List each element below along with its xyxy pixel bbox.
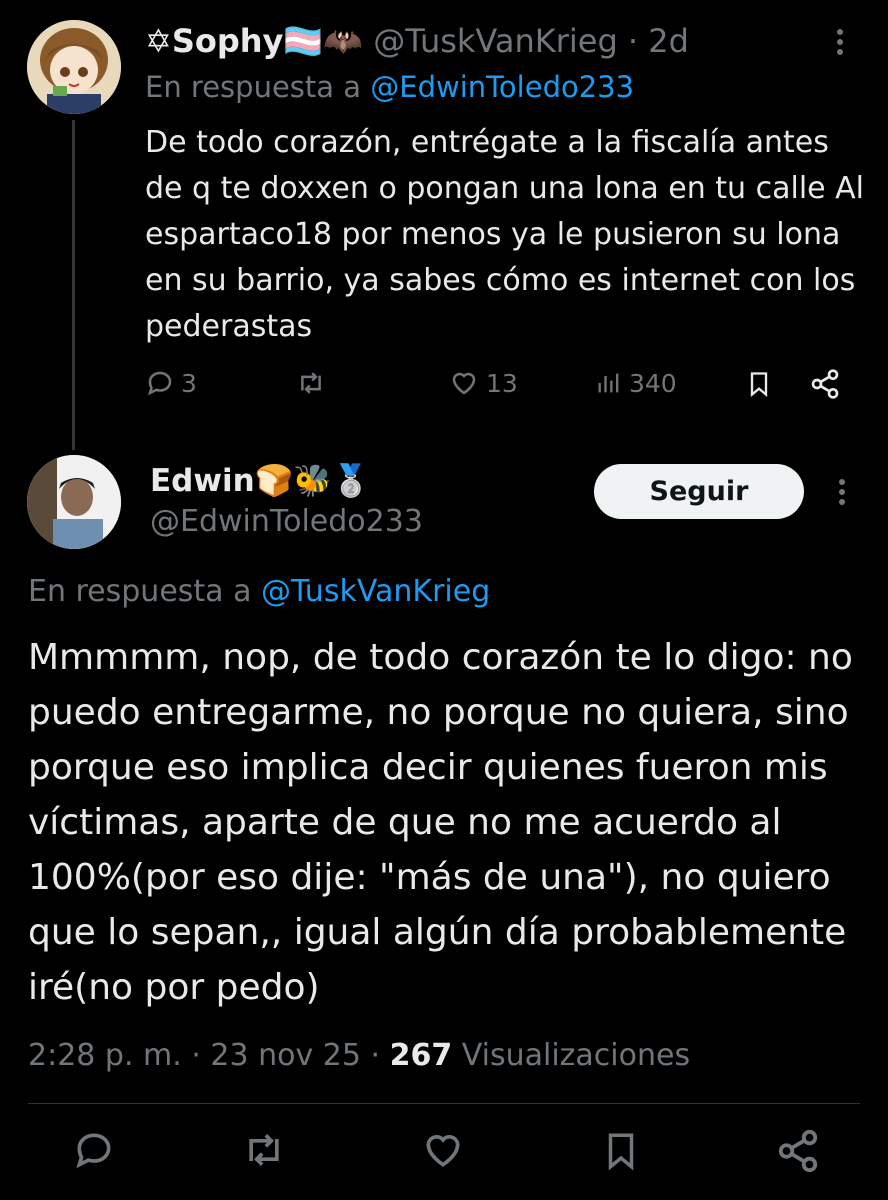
reply-action[interactable]: 3 <box>145 368 197 398</box>
tweet2-text: Mmmmm, nop, de todo corazón te lo digo: … <box>28 637 853 1008</box>
tweet1-name-emojis: 🏳️‍⚧️🦇 <box>283 22 364 60</box>
retweet-action[interactable] <box>295 368 327 398</box>
thread-line <box>72 120 75 450</box>
tweet2-display-name[interactable]: Edwin <box>150 463 255 499</box>
avatar-edwin[interactable] <box>27 455 121 549</box>
retweet-icon[interactable] <box>240 1128 288 1176</box>
retweet-icon <box>301 372 321 394</box>
tweet1-handle[interactable]: @TuskVanKrieg <box>373 22 618 60</box>
tweet2-separator: · <box>191 1038 201 1073</box>
reply-icon[interactable] <box>72 1128 116 1176</box>
tweet2-separator-2: · <box>370 1038 381 1073</box>
tweet1-header: ✡Sophy🏳️‍⚧️🦇 @TuskVanKrieg · 2d <box>145 22 689 60</box>
share-icon[interactable] <box>809 368 841 400</box>
tweet1-time[interactable]: 2d <box>648 22 689 60</box>
avatar-sophy[interactable] <box>27 20 121 114</box>
divider <box>28 1103 860 1104</box>
tweet2-name-row: Edwin🍞🐝🥈 <box>150 462 371 500</box>
tweet1-reply-to-link[interactable]: @EdwinToledo233 <box>370 70 634 104</box>
tweet2-views-label[interactable]: Visualizaciones <box>462 1038 690 1073</box>
tweet2-action-bar <box>0 1128 888 1188</box>
reply-count: 3 <box>181 368 197 398</box>
tweet1-text: De todo corazón, entrégate a la fiscalía… <box>145 125 865 344</box>
tweet2-reply-to-link[interactable]: @TuskVanKrieg <box>261 574 490 609</box>
tweet1-display-name[interactable]: ✡Sophy <box>145 22 283 60</box>
tweet2-reply-context: En respuesta a @TuskVanKrieg <box>28 572 490 612</box>
views-count: 340 <box>629 368 677 398</box>
like-icon[interactable] <box>420 1128 466 1176</box>
views-action[interactable]: 340 <box>595 368 677 398</box>
bookmark-icon[interactable] <box>600 1128 642 1178</box>
tweet1-reply-context: En respuesta a @EdwinToledo233 <box>145 68 634 106</box>
like-action[interactable]: 13 <box>448 368 518 398</box>
views-icon <box>598 373 619 393</box>
bookmark-icon[interactable] <box>745 368 773 400</box>
tweet2-handle[interactable]: @EdwinToledo233 <box>150 503 423 541</box>
share-icon[interactable] <box>775 1128 821 1178</box>
tweet2-reply-prefix: En respuesta a <box>28 574 252 609</box>
tweet2-time[interactable]: 2:28 p. m. <box>28 1038 182 1073</box>
like-icon <box>452 372 476 395</box>
tweet1-separator: · <box>627 22 639 60</box>
tweet2-meta: 2:28 p. m. · 23 nov 25 · 267 Visualizaci… <box>28 1036 690 1076</box>
tweet2-views-count[interactable]: 267 <box>390 1038 453 1073</box>
reply-icon <box>147 371 172 396</box>
tweet2-name-emojis: 🍞🐝🥈 <box>254 463 371 499</box>
tweet2-date[interactable]: 23 nov 25 <box>210 1038 361 1073</box>
like-count: 13 <box>486 368 518 398</box>
tweet1-reply-prefix: En respuesta a <box>145 70 362 104</box>
follow-button[interactable]: Seguir <box>594 464 804 519</box>
tweet1-actions: 3 13 340 <box>145 368 845 408</box>
more-icon[interactable] <box>830 474 854 514</box>
more-icon[interactable] <box>828 24 852 64</box>
